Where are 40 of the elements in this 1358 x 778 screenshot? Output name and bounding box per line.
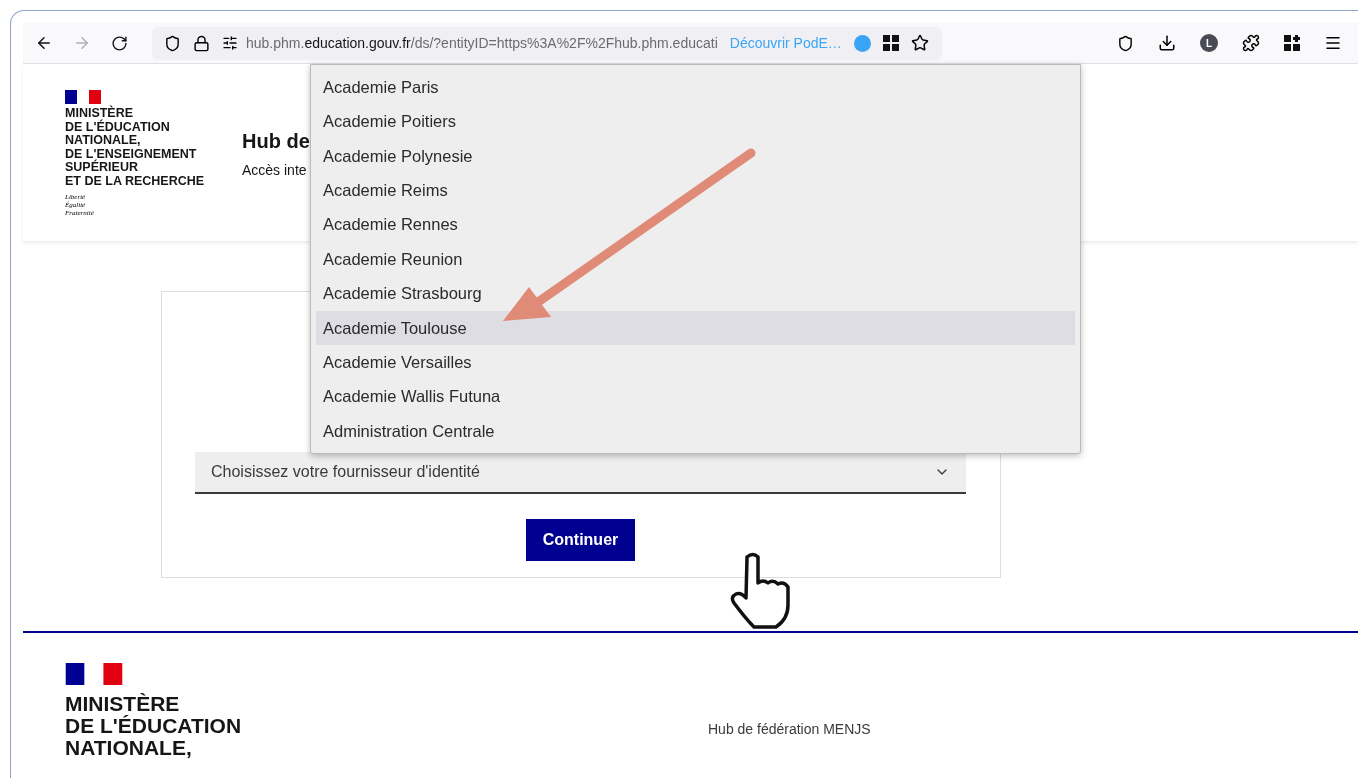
dropdown-option[interactable]: Academie Reims bbox=[316, 173, 1075, 208]
identity-provider-select[interactable]: Choisissez votre fournisseur d'identité bbox=[195, 452, 966, 494]
dropdown-option[interactable]: Academie Versailles bbox=[316, 345, 1075, 380]
grid-icon[interactable] bbox=[882, 35, 899, 51]
address-bar[interactable]: hub.phm.education.gouv.fr/ds/?entityID=https%3A%2F%2Fhub.phm.educati Découvrir PodE… bbox=[152, 26, 942, 60]
continue-button[interactable]: Continuer bbox=[525, 519, 636, 561]
ministry-name-line: DE L'ÉDUCATION bbox=[65, 715, 243, 737]
ministry-name-line: NATIONALE, bbox=[65, 134, 142, 148]
download-icon[interactable] bbox=[1158, 34, 1176, 52]
site-subtitle: Accès inte bbox=[242, 161, 308, 180]
grid-icon[interactable] bbox=[1284, 35, 1300, 51]
dropdown-option[interactable]: Administration Centrale bbox=[316, 413, 1075, 449]
ministry-name-line: MINISTÈRE bbox=[65, 693, 181, 715]
lock-icon[interactable] bbox=[193, 34, 210, 52]
profile-avatar[interactable]: L bbox=[1200, 34, 1218, 52]
shield-icon[interactable] bbox=[164, 34, 181, 52]
flag-icon bbox=[65, 90, 101, 104]
ministry-name-line: DE L'ÉDUCATION bbox=[65, 120, 171, 135]
dropdown-option[interactable]: Academie Reunion bbox=[316, 241, 1075, 277]
star-icon[interactable] bbox=[910, 34, 929, 52]
dropdown-option[interactable]: Academie Toulouse bbox=[316, 310, 1075, 346]
dropdown-option[interactable]: Academie Rennes bbox=[316, 207, 1075, 242]
flag-icon bbox=[65, 663, 123, 685]
site-title: Hub de bbox=[242, 129, 310, 154]
url-text: hub.phm.education.gouv.fr/ds/?entityID=https%3A%2F%2Fhub.phm.educati bbox=[246, 33, 718, 53]
ministry-name-line: NATIONALE, bbox=[65, 737, 193, 759]
reload-icon[interactable] bbox=[111, 34, 128, 52]
dropdown-option[interactable]: Academie Poitiers bbox=[316, 104, 1075, 139]
footer-site-name: Hub de fédération MENJS bbox=[708, 720, 871, 739]
dropdown-option[interactable]: Academie Paris bbox=[316, 70, 1075, 105]
extensions-icon[interactable] bbox=[1242, 34, 1260, 52]
back-icon[interactable] bbox=[35, 34, 53, 52]
dropdown-option[interactable]: Academie Polynesie bbox=[316, 138, 1075, 174]
dropdown-option[interactable]: Academie Strasbourg bbox=[316, 276, 1075, 311]
ministry-name-line: ET DE LA RECHERCHE bbox=[65, 174, 206, 189]
permissions-icon[interactable] bbox=[222, 35, 238, 51]
ministry-name-line: MINISTÈRE bbox=[65, 107, 134, 120]
dropdown-option[interactable]: Academie Wallis Futuna bbox=[316, 379, 1075, 414]
menu-icon[interactable] bbox=[1324, 34, 1342, 52]
ministry-name-line: SUPÉRIEUR bbox=[65, 161, 139, 175]
